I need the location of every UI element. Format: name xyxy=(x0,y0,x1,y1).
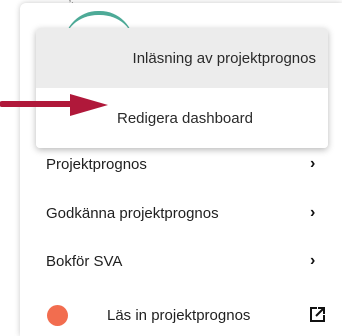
chevron-right-icon: › xyxy=(310,204,316,221)
menu-item-label: Bokför SVA xyxy=(46,252,123,270)
menu-item-bokfor-sva[interactable]: Bokför SVA › xyxy=(20,236,342,286)
annotation-arrow-icon xyxy=(0,94,108,116)
menu-list: Projektprognos › Godkänna projektprognos… xyxy=(20,134,342,284)
menu-item-godkanna-projektprognos[interactable]: Godkänna projektprognos › xyxy=(20,188,342,238)
menu-item-label: Godkänna projektprognos xyxy=(46,204,219,222)
submenu-item-label: Inläsning av projektprognos xyxy=(132,49,316,67)
external-link-icon[interactable] xyxy=(308,306,326,324)
chevron-right-icon: › xyxy=(310,155,316,172)
submenu-item-label: Redigera dashboard xyxy=(117,109,253,127)
menu-item-las-in-projektprognos[interactable]: Läs in projektprognos xyxy=(20,294,342,336)
chevron-right-icon: › xyxy=(310,252,316,269)
app-page: ʼˑ Inläsning av projektprognos Redigera … xyxy=(0,0,342,336)
menu-item-label: Läs in projektprognos xyxy=(107,306,251,324)
submenu-item-inlasning[interactable]: Inläsning av projektprognos xyxy=(36,28,328,88)
menu-item-label: Projektprognos xyxy=(46,155,147,173)
status-dot-icon xyxy=(47,304,68,326)
